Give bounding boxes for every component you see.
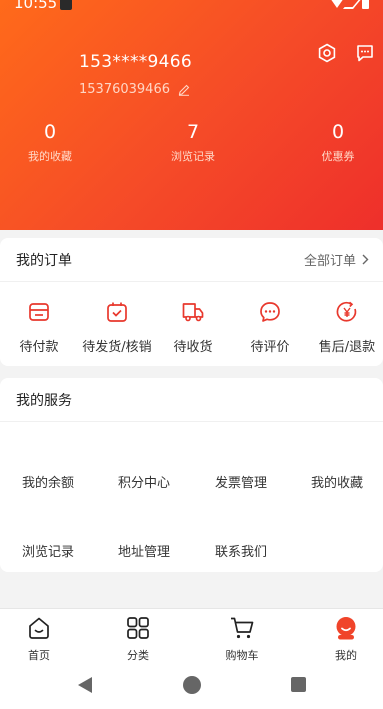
battery-icon [362,0,369,9]
settings-icon[interactable] [317,43,337,63]
refund-icon [336,301,357,322]
order-pending-payment[interactable]: 待付款 [17,300,61,355]
user-display-name: 153****9466 [79,52,193,72]
tab-cart[interactable]: 购物车 [212,615,272,663]
home-button-icon[interactable] [183,676,201,694]
edit-icon[interactable] [178,84,190,96]
stat-history-value: 7 [186,121,200,143]
service-history[interactable]: 浏览记录 [22,541,74,560]
orders-card: 我的订单 全部订单 待付款 待发货/核销 待收货 待评价 售后/退款 [0,238,383,366]
status-indicators [330,0,369,9]
truck-icon [182,303,204,322]
orders-title: 我的订单 [16,252,72,269]
stat-coupons[interactable]: 0 优惠券 [288,122,383,164]
stat-favorites[interactable]: 0 我的收藏 [0,122,100,164]
wallet-icon [29,303,49,321]
tab-mine-label: 我的 [335,649,357,662]
order-pending-shipment-label: 待发货/核销 [82,340,152,355]
cart-icon [231,617,254,639]
service-contact[interactable]: 联系我们 [215,541,267,560]
order-pending-review-label: 待评价 [250,340,290,355]
profile-header: 10:55 153****9466 15376039466 0 我的收藏 7 浏… [0,0,383,230]
service-points[interactable]: 积分中心 [118,472,170,491]
order-pending-receipt[interactable]: 待收货 [171,300,215,355]
tab-cart-label: 购物车 [225,649,259,662]
tab-mine[interactable]: 我的 [316,615,376,663]
services-title: 我的服务 [16,392,72,409]
order-status-row: 待付款 待发货/核销 待收货 待评价 售后/退款 [0,282,383,366]
service-invoice[interactable]: 发票管理 [215,472,267,491]
header-actions [317,43,375,63]
profile-icon [336,617,356,640]
notification-icon [60,0,72,10]
all-orders-link[interactable]: 全部订单 [304,250,369,269]
stat-favorites-label: 我的收藏 [28,150,72,163]
service-favorites[interactable]: 我的收藏 [311,472,363,491]
order-after-sales[interactable]: 售后/退款 [315,300,379,355]
stat-coupons-label: 优惠券 [321,150,355,163]
system-navbar [0,665,383,709]
orders-header: 我的订单 全部订单 [0,238,383,282]
signal-icon [342,0,364,9]
order-pending-review[interactable]: 待评价 [248,300,292,355]
home-icon [29,617,49,639]
service-address[interactable]: 地址管理 [118,541,170,560]
back-icon[interactable] [78,677,92,693]
bottom-tabbar: 首页 分类 购物车 我的 [0,609,383,665]
services-card: 我的服务 我的余额 积分中心 发票管理 我的收藏 浏览记录 地址管理 联系我们 [0,378,383,572]
status-bar: 10:55 [0,0,383,14]
order-pending-receipt-label: 待收货 [173,340,213,355]
status-time: 10:55 [14,0,58,12]
order-pending-payment-label: 待付款 [19,340,59,355]
tab-home-label: 首页 [28,649,50,662]
service-balance[interactable]: 我的余额 [22,472,74,491]
stat-favorites-value: 0 [43,121,57,143]
recent-apps-icon[interactable] [291,677,306,692]
user-phone-row[interactable]: 15376039466 [79,82,190,97]
user-phone: 15376039466 [79,82,170,97]
order-after-sales-label: 售后/退款 [318,340,376,355]
wifi-icon [330,0,344,8]
tab-home[interactable]: 首页 [9,615,69,663]
all-orders-label: 全部订单 [303,254,356,269]
order-pending-shipment[interactable]: 待发货/核销 [78,300,156,355]
chevron-right-icon [362,254,369,265]
stat-history-label: 浏览记录 [171,150,215,163]
tab-category[interactable]: 分类 [108,615,168,663]
message-icon[interactable] [355,43,375,63]
stat-coupons-value: 0 [331,121,345,143]
services-header: 我的服务 [0,378,383,422]
tab-category-label: 分类 [127,649,149,662]
chat-bubble-icon [260,302,280,322]
grid-icon [127,617,149,639]
package-check-icon [107,302,127,322]
stat-history[interactable]: 7 浏览记录 [143,122,243,164]
